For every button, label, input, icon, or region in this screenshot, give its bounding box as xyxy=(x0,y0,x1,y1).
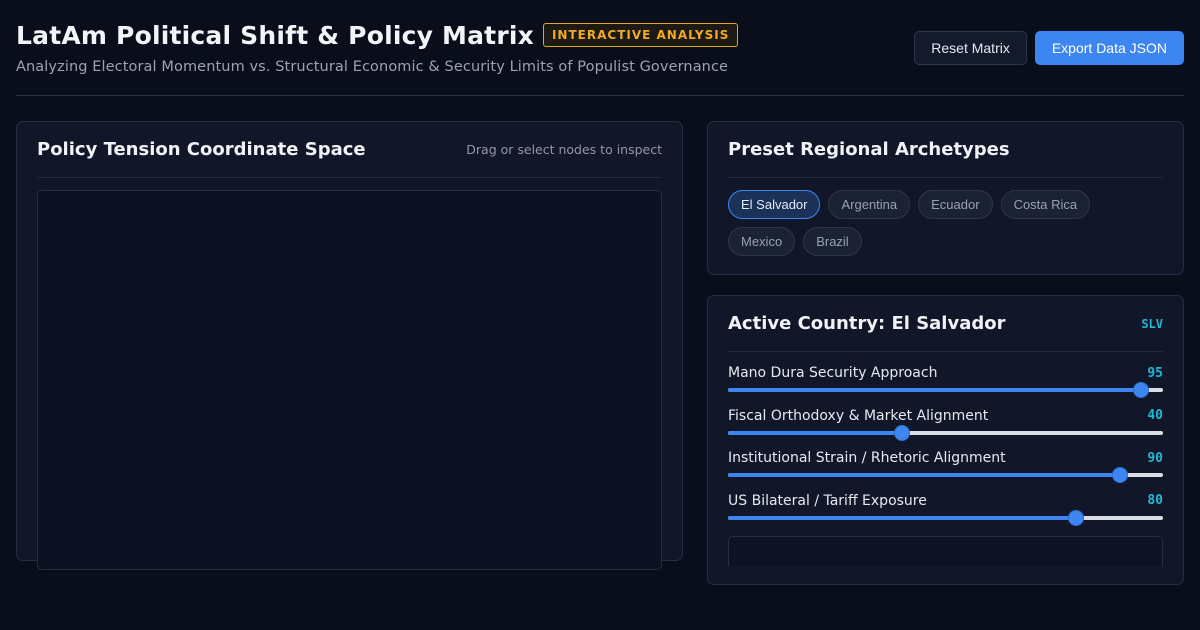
preset-archetypes-panel-header: Preset Regional Archetypes xyxy=(728,122,1163,178)
country-detail-box xyxy=(728,536,1163,566)
policy-tension-panel-header: Policy Tension Coordinate Space Drag or … xyxy=(37,122,662,178)
slider-label: US Bilateral / Tariff Exposure xyxy=(728,492,927,509)
slider-value: 90 xyxy=(1147,450,1163,466)
slider-label-row: Institutional Strain / Rhetoric Alignmen… xyxy=(728,449,1163,467)
slider-row: Fiscal Orthodoxy & Market Alignment 40 xyxy=(728,407,1163,450)
slider-track[interactable] xyxy=(728,382,1163,398)
policy-tension-panel-title: Policy Tension Coordinate Space xyxy=(37,139,366,160)
country-code: SLV xyxy=(1141,316,1163,331)
slider-label: Fiscal Orthodoxy & Market Alignment xyxy=(728,407,989,424)
slider-row: Mano Dura Security Approach 95 xyxy=(728,364,1163,407)
slider-value: 40 xyxy=(1147,408,1163,423)
preset-chip-costa-rica[interactable]: Costa Rica xyxy=(1000,190,1091,219)
preset-archetypes-panel: Preset Regional Archetypes El Salvador Ar… xyxy=(707,121,1184,275)
page-title: LatAm Political Shift & Policy Matrix xyxy=(16,20,534,50)
active-country-panel: Active Country: El Salvador SLV Mano Dur… xyxy=(707,295,1184,585)
slider-value: 95 xyxy=(1147,365,1163,381)
slider-label-row: US Bilateral / Tariff Exposure 80 xyxy=(728,492,1163,510)
active-country-title: Active Country: El Salvador xyxy=(728,313,1006,334)
active-country-panel-header: Active Country: El Salvador SLV xyxy=(728,296,1163,352)
slider-label: Institutional Strain / Rhetoric Alignmen… xyxy=(728,450,1006,466)
preset-chip-el-salvador[interactable]: El Salvador xyxy=(728,190,821,219)
preset-chip-mexico[interactable]: Mexico xyxy=(728,227,796,256)
slider-fill xyxy=(728,430,902,435)
slider-thumb[interactable] xyxy=(1111,467,1128,483)
slider-fill xyxy=(728,515,1076,520)
slider-row: US Bilateral / Tariff Exposure 80 xyxy=(728,492,1163,535)
interactive-analysis-badge: INTERACTIVE ANALYSIS xyxy=(542,23,739,47)
preset-chip-brazil[interactable]: Brazil xyxy=(803,227,862,256)
slider-fill xyxy=(728,388,1142,392)
slider-label-row: Mano Dura Security Approach 95 xyxy=(728,364,1163,382)
export-data-json-button[interactable]: Export Data JSON xyxy=(1034,31,1184,65)
slider-thumb[interactable] xyxy=(894,424,910,441)
preset-archetypes-panel-title: Preset Regional Archetypes xyxy=(728,139,1010,160)
preset-chip-ecuador[interactable]: Ecuador xyxy=(918,190,993,219)
slider-track[interactable] xyxy=(728,509,1163,526)
policy-tension-panel: Policy Tension Coordinate Space Drag or … xyxy=(16,121,683,570)
slider-thumb[interactable] xyxy=(1133,382,1150,398)
preset-chip-argentina[interactable]: Argentina xyxy=(828,190,911,219)
reset-matrix-button[interactable]: Reset Matrix xyxy=(914,31,1027,65)
slider-track[interactable] xyxy=(728,467,1163,483)
coordinate-plot-area[interactable] xyxy=(37,190,662,570)
slider-fill xyxy=(728,473,1120,477)
header-actions: Reset Matrix Export Data JSON xyxy=(914,31,1184,65)
slider-thumb[interactable] xyxy=(1068,509,1084,526)
slider-track[interactable] xyxy=(728,424,1163,441)
policy-slider-group: Mano Dura Security Approach 95 Fiscal Orth… xyxy=(728,364,1163,534)
page-header: LatAm Political Shift & Policy Matrix IN… xyxy=(16,16,1184,96)
slider-value: 80 xyxy=(1147,493,1163,508)
policy-tension-panel-hint: Drag or select nodes to inspect xyxy=(466,142,662,157)
slider-label-row: Fiscal Orthodoxy & Market Alignment 40 xyxy=(728,407,1163,425)
preset-chip-list: El Salvador Argentina Ecuador Costa Rica Mex… xyxy=(728,190,1163,256)
slider-row: Institutional Strain / Rhetoric Alignmen… xyxy=(728,449,1163,492)
slider-label: Mano Dura Security Approach xyxy=(728,365,938,381)
